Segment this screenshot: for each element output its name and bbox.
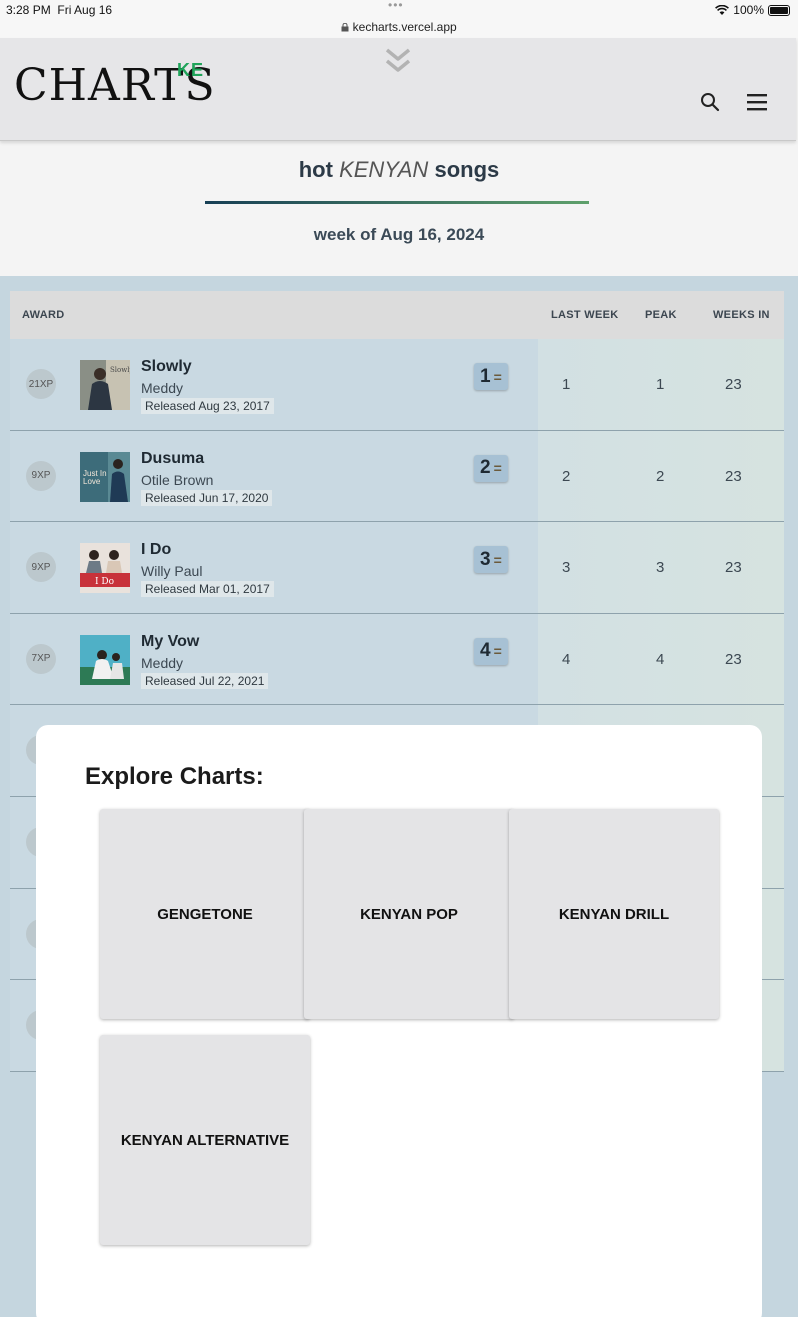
battery-status: 100% <box>715 3 790 17</box>
wifi-icon <box>715 4 730 15</box>
release-date: Released Jun 17, 2020 <box>141 489 273 506</box>
chart-tile-kenyan-alternative[interactable]: KENYAN ALTERNATIVE <box>100 1035 310 1245</box>
award-badge: 9XP <box>26 552 56 583</box>
no-change-icon: = <box>493 643 502 660</box>
last-week-value: 2 <box>562 467 571 485</box>
table-row[interactable]: 9XP Just In Love Dusuma Otile Brown Rele… <box>10 430 784 523</box>
battery-icon <box>768 4 790 16</box>
lock-icon <box>341 22 349 32</box>
table-row[interactable]: 7XP My Vow Meddy Released Jul 22, 2021 4… <box>10 613 784 706</box>
rank-badge: 3 = <box>474 546 508 574</box>
song-title[interactable]: My Vow <box>141 633 199 651</box>
award-badge: 21XP <box>26 369 56 399</box>
rank-badge: 4 = <box>474 637 508 665</box>
url-bar[interactable]: kecharts.vercel.app <box>0 20 798 34</box>
battery-percent: 100% <box>733 3 764 17</box>
last-week-value: 1 <box>562 376 571 393</box>
svg-text:Love: Love <box>83 477 101 486</box>
no-change-icon: = <box>493 368 502 385</box>
explore-charts-panel: Explore Charts: GENGETONE KENYAN POP KEN… <box>36 725 762 1317</box>
site-logo[interactable]: CHARTS KE <box>14 60 216 111</box>
weeks-in-value: 23 <box>725 467 742 485</box>
album-cover-image: I Do <box>80 543 130 594</box>
rank-badge: 2 = <box>474 454 508 482</box>
title-divider <box>205 201 589 204</box>
peak-value: 3 <box>656 559 665 577</box>
more-dots-icon[interactable]: ••• <box>388 0 404 12</box>
song-title[interactable]: Dusuma <box>141 450 204 468</box>
url-text: kecharts.vercel.app <box>352 20 457 34</box>
release-date: Released Mar 01, 2017 <box>141 581 274 598</box>
hamburger-menu-icon[interactable] <box>746 92 768 112</box>
site-header: CHARTS KE <box>0 38 796 141</box>
no-change-icon: = <box>493 551 502 568</box>
header-peak: PEAK <box>645 309 677 321</box>
header-weeks-in: WEEKS IN <box>713 309 770 321</box>
peak-value: 4 <box>656 650 665 668</box>
double-chevron-down-icon[interactable] <box>383 46 413 76</box>
release-date: Released Jul 22, 2021 <box>141 672 269 689</box>
chart-tile-kenyan-drill[interactable]: KENYAN DRILL <box>509 809 719 1019</box>
last-week-value: 3 <box>562 559 571 577</box>
svg-text:Slowly: Slowly <box>110 366 130 374</box>
explore-charts-title: Explore Charts: <box>85 763 264 790</box>
album-cover-image <box>80 634 130 685</box>
weeks-in-value: 23 <box>725 376 742 393</box>
song-title[interactable]: I Do <box>141 541 171 559</box>
award-badge: 7XP <box>26 643 56 674</box>
weeks-in-value: 23 <box>725 559 742 577</box>
artist-name[interactable]: Willy Paul <box>141 563 202 579</box>
status-time: 3:28 PM Fri Aug 16 <box>6 3 113 17</box>
album-cover-image: Just In Love <box>80 451 130 502</box>
rank-badge: 1 = <box>474 363 508 390</box>
song-title[interactable]: Slowly <box>141 358 192 376</box>
peak-value: 1 <box>656 376 665 393</box>
album-cover-image: Slowly <box>80 360 130 410</box>
artist-name[interactable]: Otile Brown <box>141 472 213 488</box>
page-title: hot KENYAN songs <box>298 157 500 182</box>
award-badge: 9XP <box>26 460 56 491</box>
table-header: AWARD LAST WEEK PEAK WEEKS IN <box>10 291 784 339</box>
search-icon[interactable] <box>699 91 721 113</box>
release-date: Released Aug 23, 2017 <box>141 398 274 414</box>
status-bar: 3:28 PM Fri Aug 16 ••• kecharts.vercel.a… <box>0 0 798 38</box>
table-row[interactable]: 9XP I Do I Do Willy Paul Released Mar 01… <box>10 522 784 614</box>
no-change-icon: = <box>493 460 502 477</box>
logo-superscript: KE <box>177 60 205 80</box>
chart-tile-kenyan-pop[interactable]: KENYAN POP <box>304 809 514 1019</box>
chart-tile-gengetone[interactable]: GENGETONE <box>100 809 310 1019</box>
header-last-week: LAST WEEK <box>551 309 619 321</box>
peak-value: 2 <box>656 467 665 485</box>
artist-name[interactable]: Meddy <box>141 655 183 671</box>
table-row[interactable]: 21XP Slowly Slowly Meddy Released Aug 23… <box>10 339 784 431</box>
artist-name[interactable]: Meddy <box>141 380 183 396</box>
last-week-value: 4 <box>562 650 571 668</box>
chart-header: hot KENYAN songs week of Aug 16, 2024 <box>0 141 798 276</box>
weeks-in-value: 23 <box>725 650 742 668</box>
svg-text:I Do: I Do <box>95 577 114 587</box>
header-award: AWARD <box>22 309 65 321</box>
week-label: week of Aug 16, 2024 <box>313 225 485 244</box>
